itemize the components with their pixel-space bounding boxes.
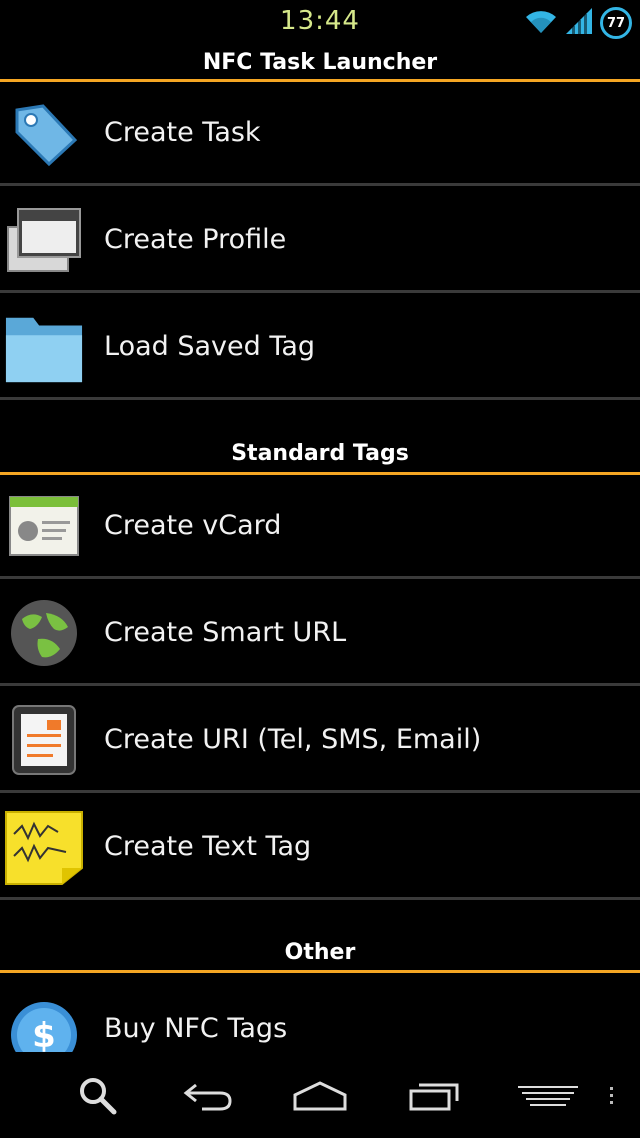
document-icon bbox=[4, 700, 84, 780]
list-item-label: Create Smart URL bbox=[104, 617, 347, 648]
status-icons: 77 bbox=[524, 6, 632, 40]
search-icon[interactable] bbox=[58, 1066, 138, 1126]
navigation-bar bbox=[0, 1052, 640, 1138]
list-item-create-smart-url[interactable]: Create Smart URL bbox=[0, 582, 640, 686]
back-icon[interactable] bbox=[168, 1066, 248, 1126]
list-item-create-uri[interactable]: Create URI (Tel, SMS, Email) bbox=[0, 689, 640, 793]
section-header-text: Standard Tags bbox=[231, 441, 409, 466]
battery-level: 77 bbox=[606, 15, 626, 31]
list-item-label: Create Profile bbox=[104, 224, 287, 255]
globe-icon bbox=[4, 593, 84, 673]
wifi-icon bbox=[524, 7, 558, 39]
dollar-coin-icon: $ bbox=[4, 999, 84, 1053]
list-item-create-task[interactable]: Create Task bbox=[0, 82, 640, 186]
list-item-create-profile[interactable]: Create Profile bbox=[0, 189, 640, 293]
menu-icon[interactable] bbox=[508, 1066, 588, 1126]
overflow-icon[interactable] bbox=[592, 1066, 632, 1126]
list-item-label: Create vCard bbox=[104, 510, 282, 541]
sticky-note-icon bbox=[4, 807, 84, 887]
recent-apps-icon[interactable] bbox=[394, 1066, 474, 1126]
list-item-create-text-tag[interactable]: Create Text Tag bbox=[0, 796, 640, 900]
list-item-label: Load Saved Tag bbox=[104, 331, 316, 362]
vcard-icon bbox=[4, 486, 84, 566]
svg-text:$: $ bbox=[32, 1016, 56, 1053]
home-icon[interactable] bbox=[280, 1066, 360, 1126]
tag-icon bbox=[4, 93, 84, 173]
list-item-load-saved-tag[interactable]: Load Saved Tag bbox=[0, 296, 640, 400]
list-item-label: Create URI (Tel, SMS, Email) bbox=[104, 724, 482, 755]
battery-icon: 77 bbox=[600, 7, 632, 39]
list-item-buy-nfc-tags[interactable]: $ Buy NFC Tags bbox=[0, 973, 640, 1053]
windows-stack-icon bbox=[4, 200, 84, 280]
list-item-label: Buy NFC Tags bbox=[104, 1013, 288, 1044]
section-header-other: Other bbox=[0, 936, 640, 973]
app-title: NFC Task Launcher bbox=[0, 48, 640, 82]
list-item-label: Create Text Tag bbox=[104, 831, 312, 862]
cell-signal-icon bbox=[564, 6, 594, 40]
app-title-text: NFC Task Launcher bbox=[202, 50, 438, 75]
list-item-label: Create Task bbox=[104, 117, 261, 148]
folder-icon bbox=[4, 307, 84, 387]
section-header-standard-tags: Standard Tags bbox=[0, 438, 640, 475]
status-bar: 13:44 77 bbox=[0, 0, 640, 48]
list-item-create-vcard[interactable]: Create vCard bbox=[0, 475, 640, 579]
section-header-text: Other bbox=[284, 940, 356, 965]
